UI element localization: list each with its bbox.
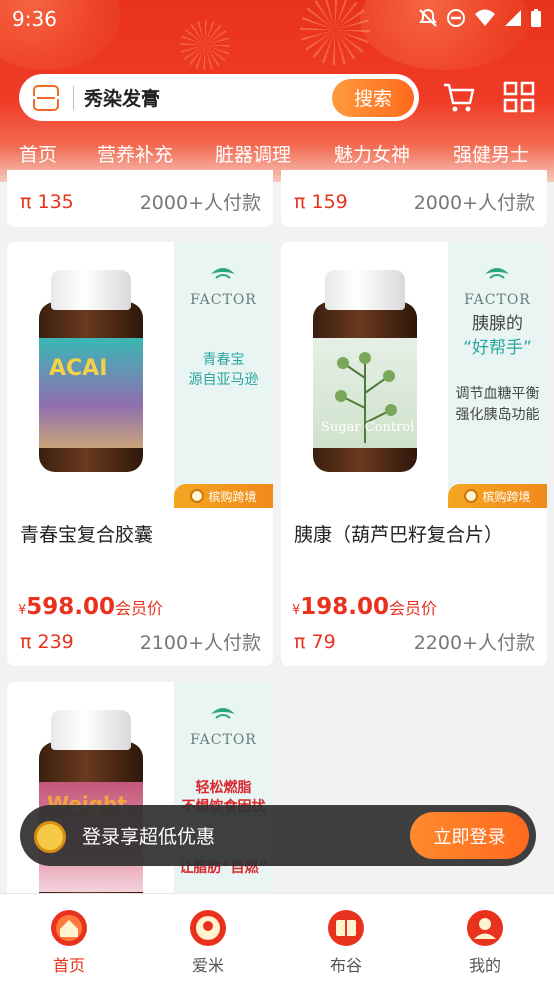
home-icon xyxy=(51,910,87,946)
side-text-line: 强化胰岛功能 xyxy=(455,407,540,423)
bottle-label: Sugar Control xyxy=(313,338,417,448)
tab-nutrition[interactable]: 营养补充 xyxy=(97,140,173,167)
bottle-cap xyxy=(325,270,405,310)
bottle-label-text: ACAI xyxy=(49,356,108,381)
product-image[interactable]: Sugar Control FACTOR 胰腺的 “好帮手” 调节血糖平衡 强化… xyxy=(281,242,547,508)
member-price: ¥ 598.00 会员价 xyxy=(18,594,163,620)
price-label: 会员价 xyxy=(389,599,438,618)
product-image[interactable]: ACAI FACTOR 青春宝 源自亚马逊 槟购跨境 xyxy=(7,242,273,508)
currency-symbol: ¥ xyxy=(18,603,27,618)
bugu-icon xyxy=(328,910,364,946)
currency-symbol: ¥ xyxy=(292,603,301,618)
status-time: 9:36 xyxy=(12,7,57,31)
tab-women[interactable]: 魅力女神 xyxy=(334,140,410,167)
pi-price: π 159 xyxy=(294,190,348,213)
search-button[interactable]: 搜索 xyxy=(332,78,414,117)
member-price: ¥ 198.00 会员价 xyxy=(292,594,437,620)
product-title[interactable]: 胰康（葫芦巴籽复合片） xyxy=(294,520,503,547)
signal-icon xyxy=(505,10,521,26)
brand-leaf-icon xyxy=(211,708,235,719)
do-not-disturb-icon xyxy=(447,9,465,27)
brand-leaf-icon xyxy=(211,268,235,279)
wifi-icon xyxy=(475,9,495,26)
product-card[interactable]: Sugar Control FACTOR 胰腺的 “好帮手” 调节血糖平衡 强化… xyxy=(281,242,547,666)
login-prompt-text: 登录享超低优惠 xyxy=(82,826,216,848)
badge-icon xyxy=(190,489,205,503)
nav-label: 我的 xyxy=(468,956,501,975)
price-label: 会员价 xyxy=(115,599,164,618)
side-text-line: 调节血糖平衡 xyxy=(455,386,540,402)
brand-leaf-icon xyxy=(485,268,509,279)
bottle-label: ACAI xyxy=(39,338,143,448)
nav-item-home[interactable]: 首页 xyxy=(0,894,138,985)
nav-label: 爱米 xyxy=(191,956,224,975)
category-grid-icon[interactable] xyxy=(502,80,536,114)
nav-item-bugu[interactable]: 布谷 xyxy=(277,894,415,985)
sold-count: 2000+人付款 xyxy=(139,192,261,214)
sold-count: 2000+人付款 xyxy=(413,192,535,214)
cross-border-badge: 槟购跨境 xyxy=(174,484,273,508)
brand-name: FACTOR xyxy=(190,732,257,748)
nav-label: 布谷 xyxy=(329,956,362,975)
profile-icon xyxy=(467,910,503,946)
side-text-line: “好帮手” xyxy=(463,338,532,358)
brand-name: FACTOR xyxy=(190,292,257,308)
login-prompt-bar: 登录享超低优惠 立即登录 xyxy=(20,805,536,866)
price-value: 598.00 xyxy=(26,594,116,620)
status-bar: 9:36 xyxy=(0,0,554,38)
side-text-line: 轻松燃脂 xyxy=(195,780,252,796)
product-title[interactable]: 青春宝复合胶囊 xyxy=(20,520,153,547)
search-bar[interactable]: 秀染发膏 搜索 xyxy=(19,74,419,121)
sold-count: 2200+人付款 xyxy=(413,632,535,654)
side-text-line: 青春宝 xyxy=(202,352,245,368)
badge-label: 槟购跨境 xyxy=(208,489,257,504)
pi-price: π 79 xyxy=(294,630,336,653)
pi-price: π 239 xyxy=(20,630,74,653)
cart-icon[interactable] xyxy=(442,80,476,114)
pi-price: π 135 xyxy=(20,190,74,213)
side-panel: FACTOR 青春宝 源自亚马逊 xyxy=(174,242,273,508)
side-text-line: 源自亚马逊 xyxy=(188,372,259,388)
bottle-label-text: Sugar Control xyxy=(321,420,415,435)
tab-home[interactable]: 首页 xyxy=(19,140,57,177)
product-card[interactable]: ACAI FACTOR 青春宝 源自亚马逊 槟购跨境 青春宝复合胶囊 ¥ 598… xyxy=(7,242,273,666)
bottle-cap xyxy=(51,710,131,750)
sold-count: 2100+人付款 xyxy=(139,632,261,654)
login-button[interactable]: 立即登录 xyxy=(410,812,529,859)
notifications-off-icon xyxy=(419,8,437,27)
cross-border-badge: 槟购跨境 xyxy=(448,484,547,508)
product-card-partial[interactable]: π 135 2000+人付款 xyxy=(7,170,273,227)
aimi-icon xyxy=(190,910,226,946)
nav-item-mine[interactable]: 我的 xyxy=(416,894,554,985)
nav-item-aimi[interactable]: 爱米 xyxy=(139,894,277,985)
badge-label: 槟购跨境 xyxy=(482,489,531,504)
search-input[interactable]: 秀染发膏 xyxy=(84,84,332,111)
price-value: 198.00 xyxy=(300,594,390,620)
header: 9:36 秀染发膏 搜索 首页 营养补充 脏器调理 魅力女神 强健男士 xyxy=(0,0,554,182)
bottom-nav: 首页 爱米 布谷 我的 xyxy=(0,893,554,985)
badge-icon xyxy=(464,489,479,503)
product-card-partial[interactable]: π 159 2000+人付款 xyxy=(281,170,547,227)
side-text-line: 胰腺的 xyxy=(472,314,523,334)
battery-icon xyxy=(531,9,541,27)
search-divider xyxy=(73,85,74,110)
side-panel: FACTOR 胰腺的 “好帮手” 调节血糖平衡 强化胰岛功能 xyxy=(448,242,547,508)
tab-men[interactable]: 强健男士 xyxy=(453,140,529,167)
bottle-cap xyxy=(51,270,131,310)
coin-icon xyxy=(34,821,66,853)
brand-name: FACTOR xyxy=(464,292,531,308)
scan-icon[interactable] xyxy=(31,84,61,111)
nav-label: 首页 xyxy=(52,956,85,975)
tab-organ-care[interactable]: 脏器调理 xyxy=(215,140,291,167)
